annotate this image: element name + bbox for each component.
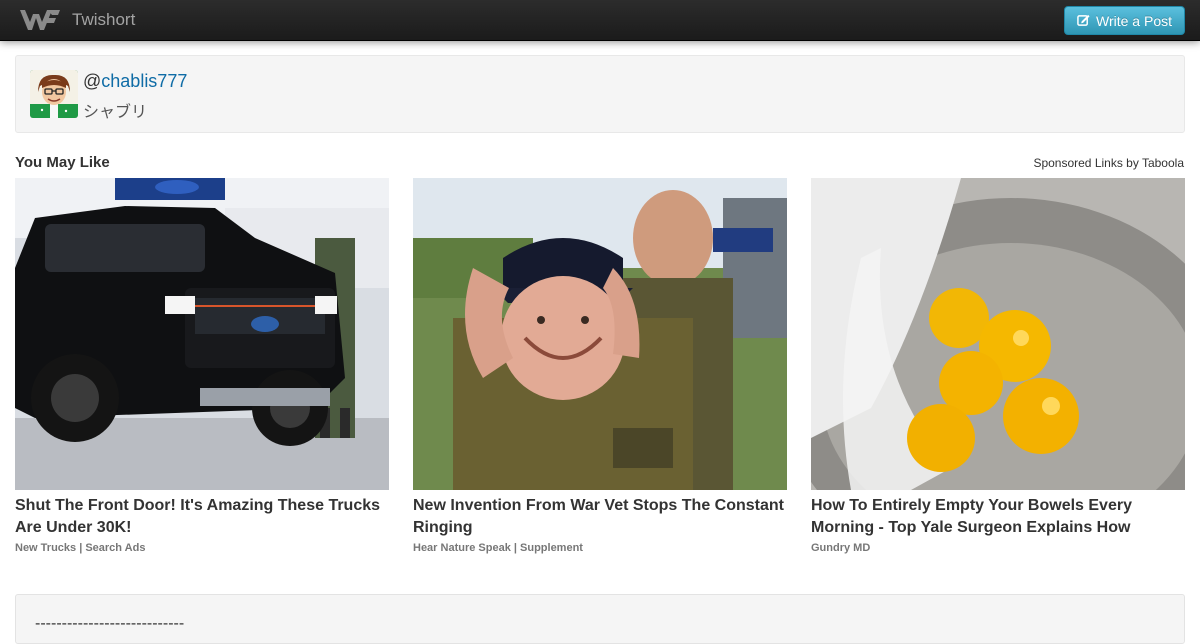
- recommendation-source[interactable]: New Trucks | Search Ads: [15, 542, 389, 554]
- recommendation-card[interactable]: Shut The Front Door! It's Amazing These …: [15, 178, 389, 554]
- recommendation-headline[interactable]: How To Entirely Empty Your Bowels Every …: [811, 495, 1185, 539]
- recommendation-source[interactable]: Gundry MD: [811, 542, 1185, 554]
- sponsored-links-label[interactable]: Sponsored Links by Taboola: [1000, 156, 1184, 170]
- brand-name[interactable]: Twishort: [72, 10, 135, 30]
- egg-yolks-bowl-photo[interactable]: [811, 178, 1185, 490]
- recommendation-card[interactable]: How To Entirely Empty Your Bowels Every …: [811, 178, 1185, 554]
- edit-icon: [1077, 14, 1090, 26]
- recommendation-card[interactable]: New Invention From War Vet Stops The Con…: [413, 178, 787, 554]
- post-content-box: ----------------------------: [15, 594, 1185, 644]
- war-veteran-photo[interactable]: [413, 178, 787, 490]
- username[interactable]: @chablis777: [83, 71, 187, 92]
- recommendations-title: You May Like: [15, 154, 110, 171]
- twishort-logo-icon[interactable]: [18, 6, 62, 34]
- write-post-button[interactable]: Write a Post: [1064, 6, 1185, 35]
- avatar[interactable]: [30, 70, 78, 118]
- recommendation-source[interactable]: Hear Nature Speak | Supplement: [413, 542, 787, 554]
- top-navbar: Twishort Write a Post: [0, 0, 1200, 41]
- display-name: シャブリ: [83, 104, 148, 121]
- black-pickup-truck-photo[interactable]: [15, 178, 389, 490]
- write-post-label: Write a Post: [1096, 12, 1172, 29]
- recommendation-headline[interactable]: New Invention From War Vet Stops The Con…: [413, 495, 787, 539]
- user-handle-link[interactable]: chablis777: [101, 71, 187, 91]
- author-card: @chablis777 シャブリ: [15, 55, 1185, 133]
- at-sign: @: [83, 71, 102, 91]
- avatar-image: [30, 70, 78, 118]
- recommendation-headline[interactable]: Shut The Front Door! It's Amazing These …: [15, 495, 389, 539]
- post-text: ----------------------------: [35, 615, 185, 632]
